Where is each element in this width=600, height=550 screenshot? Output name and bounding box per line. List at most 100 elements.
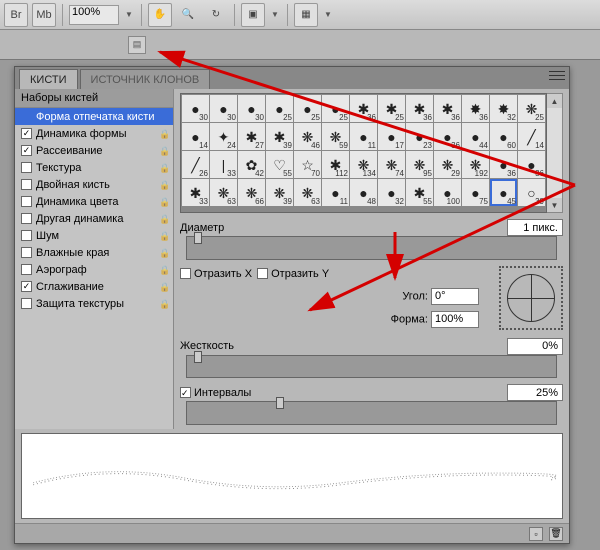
brush-tip-cell[interactable]: ●60 (490, 123, 517, 150)
brush-tip-cell[interactable]: ●48 (350, 179, 377, 206)
zoom-tool-icon[interactable]: 🔍 (176, 3, 200, 27)
checkbox-icon[interactable] (21, 230, 32, 241)
brush-tip-cell[interactable]: ❋39 (266, 179, 293, 206)
settings-item-7[interactable]: Шум🔒 (15, 227, 173, 244)
settings-item-1[interactable]: ✓Динамика формы🔒 (15, 125, 173, 142)
brush-tip-cell[interactable]: ●17 (378, 123, 405, 150)
brush-tip-cell[interactable]: ●11 (350, 123, 377, 150)
brush-tip-cell[interactable]: ✱55 (406, 179, 433, 206)
scroll-up-icon[interactable]: ▲ (547, 94, 562, 108)
grid-scrollbar[interactable]: ▲ ▼ (547, 93, 563, 213)
brush-tip-cell[interactable]: ✱36 (434, 95, 461, 122)
brush-presets-header[interactable]: Наборы кистей (15, 89, 173, 108)
brush-tip-cell[interactable]: ✱33 (182, 179, 209, 206)
screen-mode-button[interactable]: ▣ (241, 3, 265, 27)
brush-tip-cell[interactable]: ✸36 (462, 95, 489, 122)
brush-tip-cell[interactable]: ●36 (518, 151, 545, 178)
brush-tip-cell[interactable]: ●32 (378, 179, 405, 206)
scroll-track[interactable] (547, 108, 562, 198)
brush-tip-cell[interactable]: ●100 (434, 179, 461, 206)
spacing-checkbox[interactable]: ✓Интервалы (180, 387, 251, 399)
slider-thumb[interactable] (194, 351, 202, 363)
brush-tip-cell[interactable]: ╱26 (182, 151, 209, 178)
brush-tip-cell[interactable]: ●25 (322, 95, 349, 122)
checkbox-icon[interactable]: ✓ (21, 145, 32, 156)
diameter-slider[interactable] (186, 236, 557, 260)
brush-tip-cell[interactable]: ✸32 (490, 95, 517, 122)
new-preset-icon[interactable]: ▫ (529, 527, 543, 541)
chevron-down-icon[interactable]: ▼ (123, 5, 135, 25)
brush-tip-cell[interactable]: ●25 (266, 95, 293, 122)
checkbox-icon[interactable] (21, 162, 32, 173)
brush-tip-cell[interactable]: ●30 (238, 95, 265, 122)
checkbox-icon[interactable] (21, 179, 32, 190)
brush-tip-cell[interactable]: ❋66 (238, 179, 265, 206)
hardness-slider[interactable] (186, 355, 557, 379)
angle-preview[interactable] (499, 266, 563, 330)
brush-tip-cell[interactable]: ●11 (322, 179, 349, 206)
brush-tip-cell[interactable]: ●25 (294, 95, 321, 122)
minibridge-button[interactable]: Mb (32, 3, 56, 27)
brush-tip-cell[interactable]: ✱36 (406, 95, 433, 122)
brush-tip-cell[interactable]: ●23 (406, 123, 433, 150)
brush-preset-picker-icon[interactable]: ▤ (128, 36, 146, 54)
brush-tip-cell[interactable]: ●30 (182, 95, 209, 122)
brush-tip-cell[interactable]: ✱25 (378, 95, 405, 122)
checkbox-icon[interactable] (21, 213, 32, 224)
settings-item-10[interactable]: ✓Сглаживание🔒 (15, 278, 173, 295)
checkbox-icon[interactable]: ✓ (21, 281, 32, 292)
brush-tip-cell[interactable]: ●45 (490, 179, 517, 206)
brush-tip-cell[interactable]: ●14 (182, 123, 209, 150)
scroll-down-icon[interactable]: ▼ (547, 198, 562, 212)
tab-brushes[interactable]: КИСТИ (19, 69, 78, 89)
brush-tip-cell[interactable]: ✱36 (350, 95, 377, 122)
chevron-down-icon[interactable]: ▼ (322, 5, 334, 25)
brush-tip-cell[interactable]: ✱27 (238, 123, 265, 150)
spacing-input[interactable] (507, 384, 563, 401)
brush-tip-cell[interactable]: ♡55 (266, 151, 293, 178)
hand-tool-icon[interactable]: ✋ (148, 3, 172, 27)
settings-item-11[interactable]: Защита текстуры🔒 (15, 295, 173, 312)
slider-thumb[interactable] (276, 397, 284, 409)
brush-tip-cell[interactable]: ●36 (434, 123, 461, 150)
brush-tip-cell[interactable]: ✱112 (322, 151, 349, 178)
brush-tip-cell[interactable]: ❋74 (378, 151, 405, 178)
settings-item-6[interactable]: Другая динамика🔒 (15, 210, 173, 227)
hardness-input[interactable] (507, 338, 563, 355)
spacing-slider[interactable] (186, 401, 557, 425)
tab-clone-source[interactable]: ИСТОЧНИК КЛОНОВ (80, 69, 211, 89)
settings-item-5[interactable]: Динамика цвета🔒 (15, 193, 173, 210)
settings-item-8[interactable]: Влажные края🔒 (15, 244, 173, 261)
brush-tip-cell[interactable]: ○39 (518, 179, 545, 206)
brush-tip-cell[interactable]: ❋63 (210, 179, 237, 206)
slider-thumb[interactable] (194, 232, 202, 244)
brush-tip-cell[interactable]: ❋46 (294, 123, 321, 150)
diameter-input[interactable] (507, 219, 563, 236)
rotate-tool-icon[interactable]: ↻ (204, 3, 228, 27)
settings-item-2[interactable]: ✓Рассеивание🔒 (15, 142, 173, 159)
brush-tip-cell[interactable]: ❋29 (434, 151, 461, 178)
panel-menu-icon[interactable] (549, 69, 565, 81)
checkbox-icon[interactable] (21, 264, 32, 275)
trash-icon[interactable]: 🗑 (549, 527, 563, 541)
brush-tip-cell[interactable]: ●44 (462, 123, 489, 150)
settings-item-9[interactable]: Аэрограф🔒 (15, 261, 173, 278)
brush-tip-cell[interactable]: ☆70 (294, 151, 321, 178)
angle-input[interactable] (431, 288, 479, 305)
brush-tip-cell[interactable]: |33 (210, 151, 237, 178)
brush-tip-cell[interactable]: ●36 (490, 151, 517, 178)
checkbox-icon[interactable] (21, 196, 32, 207)
zoom-select[interactable]: 100% (69, 5, 119, 25)
brush-tip-cell[interactable]: ●30 (210, 95, 237, 122)
checkbox-icon[interactable] (21, 298, 32, 309)
chevron-down-icon[interactable]: ▼ (269, 5, 281, 25)
settings-item-0[interactable]: Форма отпечатка кисти (15, 108, 173, 125)
brush-tip-cell[interactable]: ✿42 (238, 151, 265, 178)
flip-y-checkbox[interactable]: Отразить Y (257, 268, 329, 280)
brush-tip-cell[interactable]: ❋95 (406, 151, 433, 178)
arrange-button[interactable]: ▦ (294, 3, 318, 27)
brush-tip-cell[interactable]: ✱39 (266, 123, 293, 150)
brush-tip-cell[interactable]: ╱14 (518, 123, 545, 150)
brush-tip-cell[interactable]: ✦24 (210, 123, 237, 150)
brush-tip-cell[interactable]: ●75 (462, 179, 489, 206)
